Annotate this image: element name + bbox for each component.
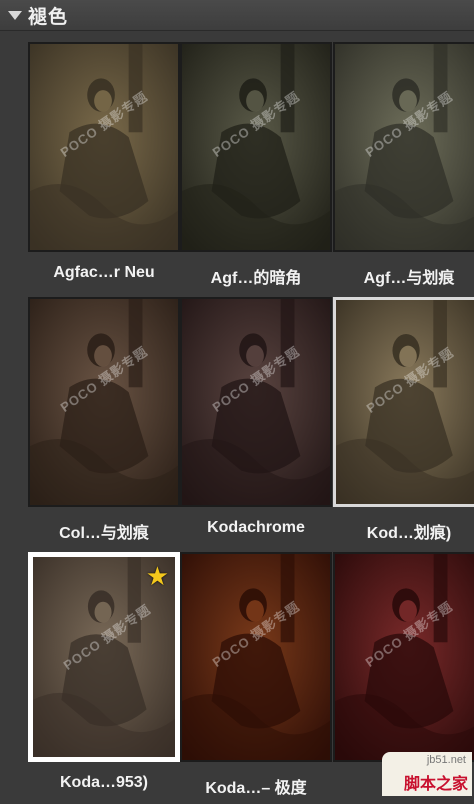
preset-image-frame[interactable]: POCO 摄影专题 <box>180 552 332 762</box>
preset-photo <box>335 554 474 760</box>
preset-label: Agf…的暗角 <box>210 270 302 287</box>
preset-photo <box>336 300 474 504</box>
preset-label: Kod…划痕) <box>366 525 452 542</box>
preset-thumbnail[interactable]: POCO 摄影专题 Agf…与划痕 <box>333 42 474 294</box>
preset-image-frame[interactable]: POCO 摄影专题 <box>28 297 180 507</box>
preset-thumbnail[interactable]: POCO 摄影专题 ★ Koda…953) <box>28 552 180 804</box>
preset-photo <box>182 554 330 760</box>
preset-photo <box>335 44 474 250</box>
preset-image-frame[interactable]: POCO 摄影专题 <box>180 42 332 252</box>
preset-image-frame[interactable]: POCO 摄影专题 <box>333 42 474 252</box>
preset-label: Agf…与划痕 <box>363 270 455 287</box>
preset-image-frame[interactable]: POCO 摄影专题 <box>333 297 474 507</box>
preset-image-frame[interactable]: POCO 摄影专题 <box>28 42 180 252</box>
site-brand: 脚本之家 <box>403 776 468 793</box>
collapse-triangle-icon[interactable] <box>8 10 22 20</box>
preset-photo <box>182 299 330 505</box>
preset-photo <box>182 44 330 250</box>
preset-image-frame[interactable]: POCO 摄影专题 <box>180 297 332 507</box>
panel-header[interactable]: 褪色 <box>0 0 474 31</box>
preset-thumbnail[interactable]: POCO 摄影专题 Agf…的暗角 <box>180 42 332 294</box>
preset-image-frame[interactable]: POCO 摄影专题 ★ <box>28 552 180 762</box>
preset-thumbnail[interactable]: POCO 摄影专题 Kodachrome <box>180 297 332 549</box>
preset-thumbnail[interactable]: POCO 摄影专题 Agfac…r Neu <box>28 42 180 294</box>
preset-thumbnail[interactable]: POCO 摄影专题 Koda…– 极度 <box>180 552 332 804</box>
preset-thumbnail[interactable]: POCO 摄影专题 Col…与划痕 <box>28 297 180 549</box>
preset-photo <box>30 299 178 505</box>
star-icon[interactable]: ★ <box>146 563 169 589</box>
preset-label: Koda…– 极度 <box>205 780 307 797</box>
preset-image-frame[interactable]: POCO 摄影专题 <box>333 552 474 762</box>
preset-label: Agfac…r Neu <box>53 264 155 281</box>
site-url: jb51.net <box>426 754 466 766</box>
site-watermark: jb51.net 脚本之家 <box>382 752 472 796</box>
preset-label: Koda…953) <box>59 774 149 791</box>
preset-thumbnail[interactable]: POCO 摄影专题 Kod…划痕) <box>333 297 474 549</box>
preset-photo <box>30 44 178 250</box>
preset-label: Kodachrome <box>207 519 305 536</box>
panel-title: 褪色 <box>28 6 69 28</box>
preset-label: Col…与划痕 <box>59 525 149 542</box>
